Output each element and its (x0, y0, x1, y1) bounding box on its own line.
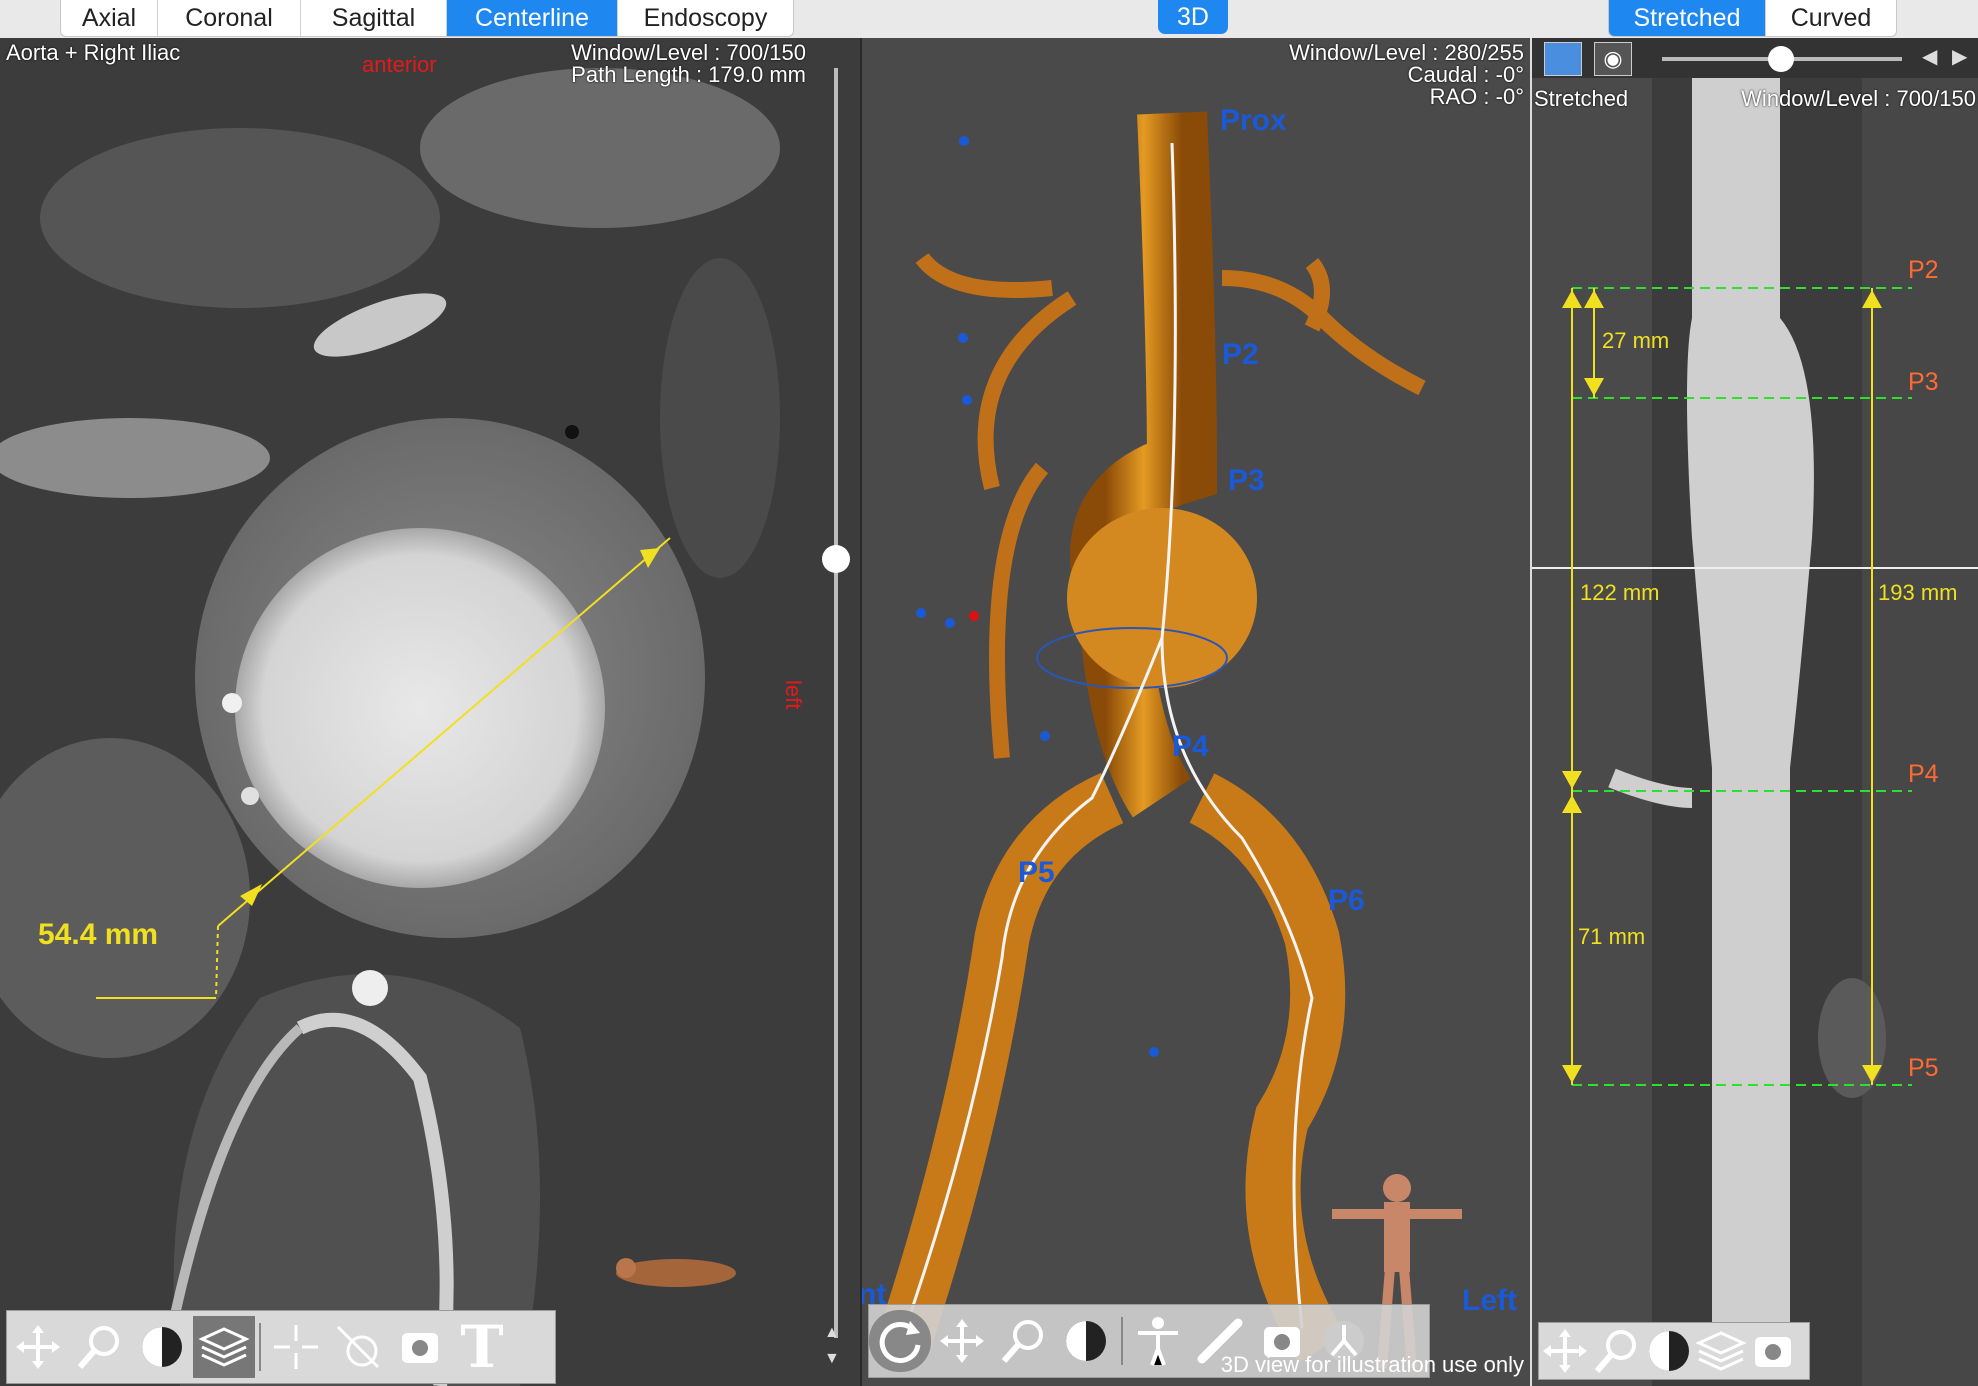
stretched-controls: ◉ ◀ ▶ (1532, 38, 1978, 78)
patient-orientation-figure-icon (616, 1258, 736, 1287)
zoom-icon[interactable] (1591, 1325, 1643, 1377)
rao-readout: RAO : -0° (1429, 84, 1524, 109)
path-length-readout: Path Length : 179.0 mm (571, 62, 806, 87)
measurement-p2-p5[interactable]: 193 mm (1878, 580, 1957, 606)
view-label: Aorta + Right Iliac (6, 40, 181, 65)
point-label-p5: P5 (1018, 856, 1055, 889)
rotation-slider-thumb[interactable] (1768, 46, 1794, 72)
toolbar-divider (259, 1323, 261, 1371)
point-label-p3: P3 (1228, 464, 1265, 497)
orientation-anterior: anterior (362, 52, 437, 77)
tab-stretched[interactable]: Stretched (1609, 0, 1766, 36)
view-tabs-left: Axial Coronal Sagittal Centerline Endosc… (60, 0, 794, 37)
view-tabs-right: Stretched Curved (1608, 0, 1897, 37)
point-label-p6: P6 (1328, 884, 1365, 917)
slider-thumb[interactable] (822, 545, 850, 573)
measurement-p2-p3[interactable]: 27 mm (1602, 328, 1669, 354)
measurement-p2-p4[interactable]: 122 mm (1580, 580, 1659, 606)
pan-icon[interactable] (7, 1316, 69, 1378)
point-label-p4: P4 (1908, 760, 1939, 788)
contrast-icon[interactable] (1643, 1325, 1695, 1377)
text-annotation-icon[interactable]: T (451, 1313, 513, 1381)
body-figure-icon[interactable] (1127, 1310, 1189, 1372)
crosshair-icon[interactable] (265, 1316, 327, 1378)
rotate-left-icon[interactable]: ◀ (1922, 44, 1937, 69)
right-toolbar (1538, 1322, 1810, 1380)
measure-caliper-icon[interactable] (327, 1316, 389, 1378)
slider-down-icon[interactable]: ▼ (824, 1350, 840, 1368)
tab-curved[interactable]: Curved (1766, 0, 1896, 36)
centerline-view[interactable]: Aorta + Right Iliac Window/Level : 700/1… (0, 38, 812, 1386)
point-label-prox: Prox (1220, 104, 1287, 137)
point-label-p3: P3 (1908, 368, 1939, 396)
zoom-icon[interactable] (69, 1316, 131, 1378)
top-bar: Axial Coronal Sagittal Centerline Endosc… (0, 0, 1978, 38)
left-toolbar: T (6, 1310, 556, 1384)
visibility-eye-icon[interactable]: ◉ (1594, 42, 1632, 76)
tab-centerline[interactable]: Centerline (447, 0, 618, 36)
view-mode-label: Stretched (1534, 86, 1629, 111)
pan-icon[interactable] (931, 1310, 993, 1372)
toolbar-divider (1121, 1317, 1123, 1365)
snapshot-icon[interactable] (389, 1316, 451, 1378)
stretched-view[interactable]: ◉ ◀ ▶ Stretched Window/Level : 700/150 P… (1532, 38, 1978, 1386)
tab-coronal[interactable]: Coronal (158, 0, 301, 36)
slider-track (834, 68, 838, 1338)
point-label-p5: P5 (1908, 1054, 1939, 1082)
rotate-icon[interactable] (869, 1310, 931, 1372)
stretched-ct-image (1532, 38, 1978, 1386)
slice-slider[interactable]: ▲ ▼ (812, 38, 860, 1386)
ruler-icon[interactable] (1544, 42, 1582, 76)
diameter-measurement-label[interactable]: 54.4 mm (38, 918, 158, 952)
tab-sagittal[interactable]: Sagittal (301, 0, 447, 36)
3d-view[interactable]: Window/Level : 280/255 Caudal : -0° RAO … (862, 38, 1530, 1386)
snapshot-icon[interactable] (1747, 1325, 1799, 1377)
layers-icon[interactable] (193, 1316, 255, 1378)
pan-icon[interactable] (1539, 1325, 1591, 1377)
tab-3d[interactable]: 3D (1158, 0, 1228, 34)
zoom-icon[interactable] (993, 1310, 1055, 1372)
point-label-p2: P2 (1222, 338, 1259, 371)
contrast-icon[interactable] (131, 1316, 193, 1378)
point-label-p2: P2 (1908, 256, 1939, 284)
layers-icon[interactable] (1695, 1325, 1747, 1377)
tab-axial[interactable]: Axial (61, 0, 158, 36)
measurement-p4-p5[interactable]: 71 mm (1578, 924, 1645, 950)
slider-up-icon[interactable]: ▲ (824, 1324, 840, 1342)
point-label-left: Left (1462, 1284, 1517, 1317)
point-label-p4: P4 (1172, 730, 1209, 763)
rotate-right-icon[interactable]: ▶ (1952, 44, 1967, 69)
window-level-readout: Window/Level : 700/150 (1741, 86, 1976, 111)
tab-endoscopy[interactable]: Endoscopy (618, 0, 793, 36)
contrast-icon[interactable] (1055, 1310, 1117, 1372)
ct-cross-section-image (0, 38, 812, 1386)
orientation-left: left (781, 680, 806, 710)
illustration-disclaimer: 3D view for illustration use only (1220, 1352, 1524, 1377)
